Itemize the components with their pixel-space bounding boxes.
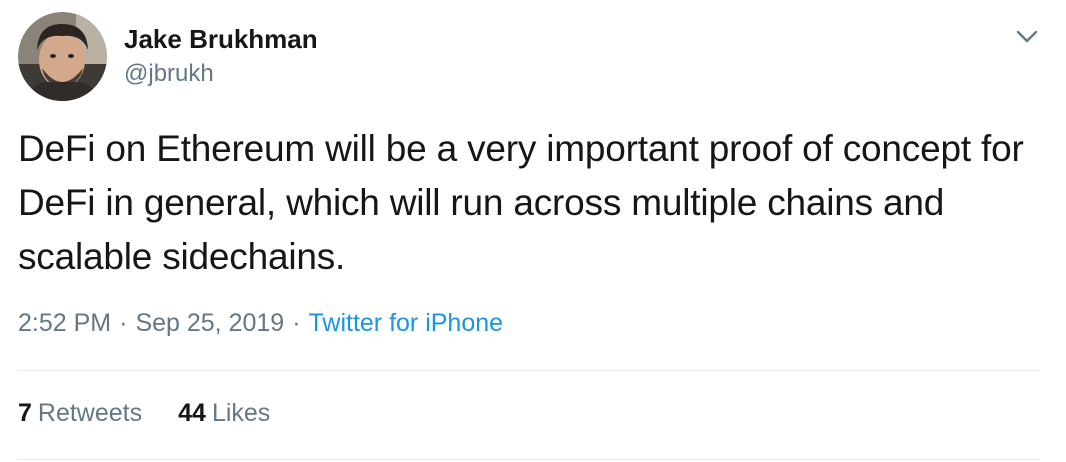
likes-label: Likes (211, 399, 271, 427)
author-name[interactable]: Jake Brukhman (124, 24, 318, 54)
divider (18, 370, 1040, 371)
chevron-down-icon[interactable] (1012, 24, 1042, 48)
retweets-count: 7 (18, 399, 32, 427)
tweet-time[interactable]: 2:52 PM (18, 309, 111, 337)
likes-count: 44 (178, 399, 206, 427)
tweet-stats: 7 Retweets 44 Likes (18, 398, 270, 428)
tweet-meta: 2:52 PM · Sep 25, 2019 · Twitter for iPhone (18, 308, 503, 338)
avatar-image (18, 12, 107, 101)
retweets-label: Retweets (37, 399, 143, 427)
tweet-card: Jake Brukhman @jbrukh DeFi on Ethereum w… (0, 0, 1066, 462)
retweets-stat[interactable]: 7 Retweets (18, 398, 142, 428)
divider (18, 459, 1040, 460)
tweet-text: DeFi on Ethereum will be a very importan… (18, 128, 1024, 277)
meta-separator: · (292, 309, 301, 337)
avatar[interactable] (18, 12, 107, 101)
tweet-date[interactable]: Sep 25, 2019 (135, 309, 284, 337)
author-handle[interactable]: @jbrukh (124, 60, 214, 88)
tweet-source-link[interactable]: Twitter for iPhone (309, 309, 504, 337)
likes-stat[interactable]: 44 Likes (178, 398, 270, 428)
meta-separator: · (119, 309, 128, 337)
